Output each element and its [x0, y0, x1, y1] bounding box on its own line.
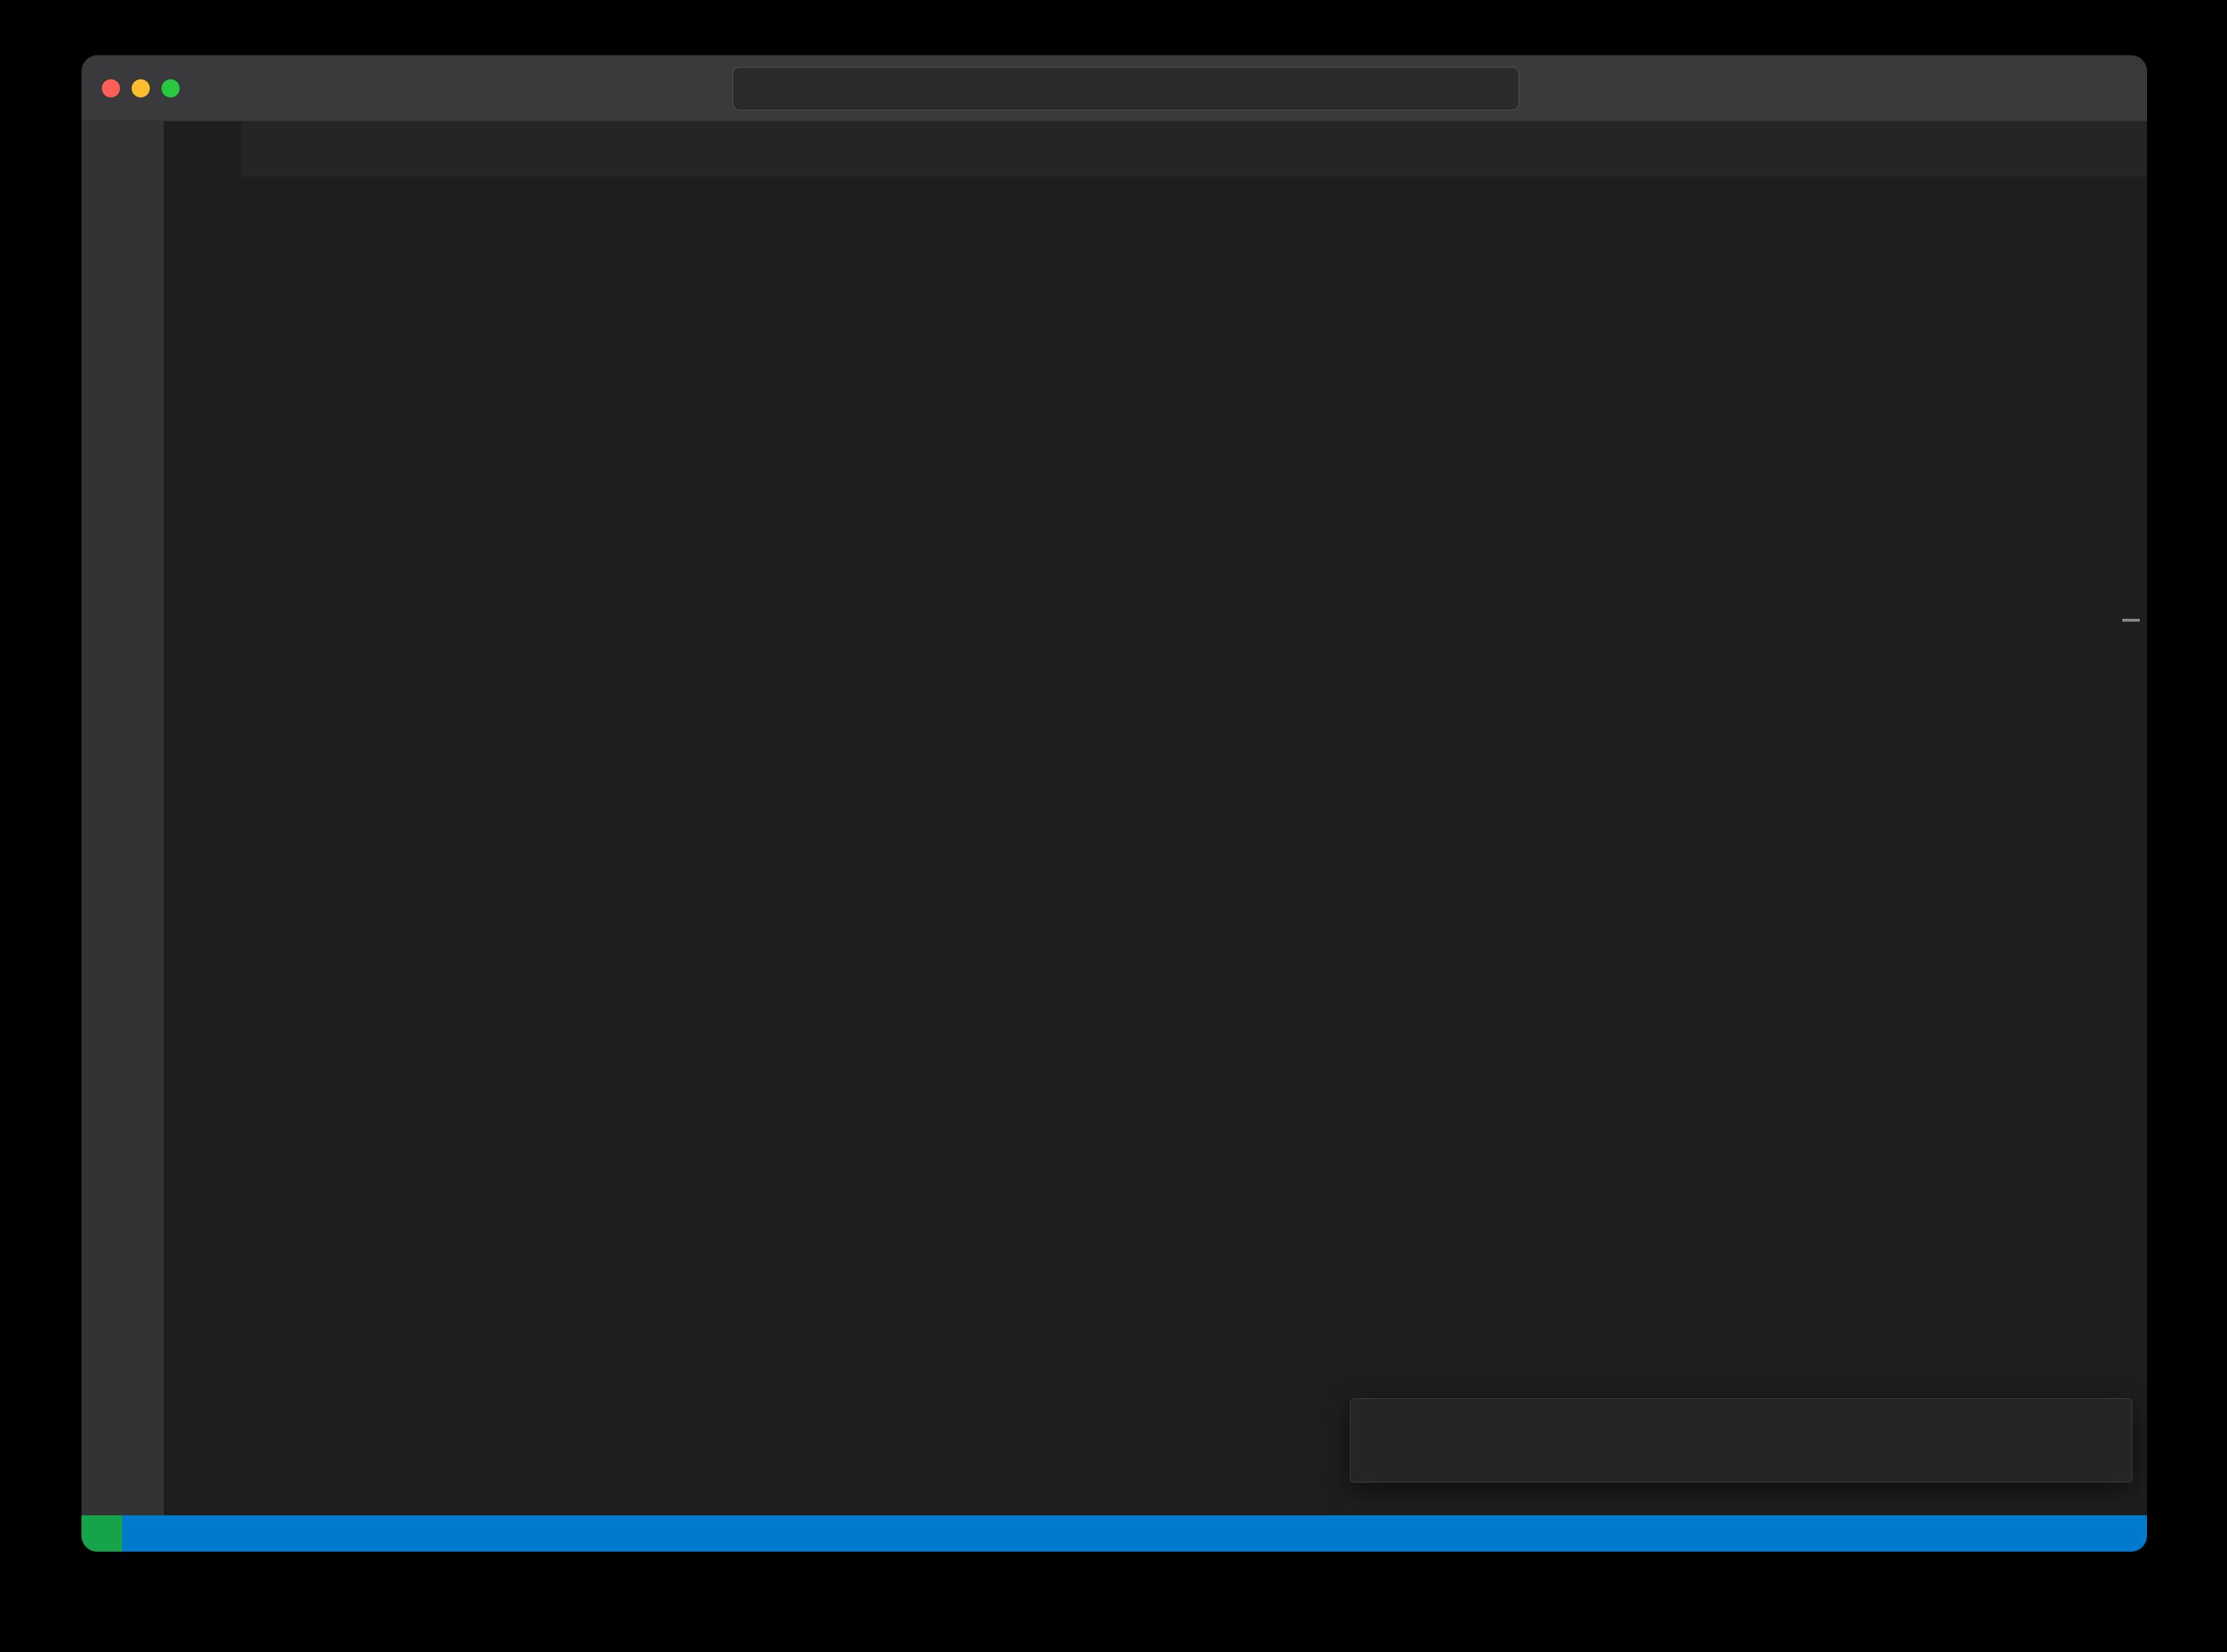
notification-toast — [1350, 1398, 2132, 1483]
breadcrumb — [164, 177, 2147, 212]
title-bar — [81, 55, 2147, 121]
remote-indicator[interactable] — [81, 1515, 122, 1552]
desktop — [0, 0, 2227, 1652]
notification-settings-gear-icon[interactable] — [2052, 1419, 2074, 1442]
workbench — [81, 121, 2147, 1516]
command-center[interactable] — [732, 67, 1519, 111]
editor-actions — [2121, 121, 2147, 177]
overview-ruler-mark — [2122, 619, 2140, 622]
close-window-button[interactable] — [102, 79, 120, 97]
activity-bar — [81, 121, 164, 1516]
info-icon — [1371, 1418, 1396, 1443]
status-bar — [81, 1515, 2147, 1552]
minimize-window-button[interactable] — [132, 79, 150, 97]
notification-close-icon[interactable] — [2089, 1419, 2111, 1442]
tab-bar — [164, 121, 2147, 177]
search-icon — [1111, 79, 1131, 99]
editor-group — [164, 121, 2147, 1516]
window-controls — [102, 55, 180, 121]
tab-app-ts[interactable] — [164, 121, 241, 177]
vscode-window — [81, 55, 2147, 1552]
zoom-window-button[interactable] — [161, 79, 180, 97]
code-editor[interactable] — [164, 212, 2147, 1516]
